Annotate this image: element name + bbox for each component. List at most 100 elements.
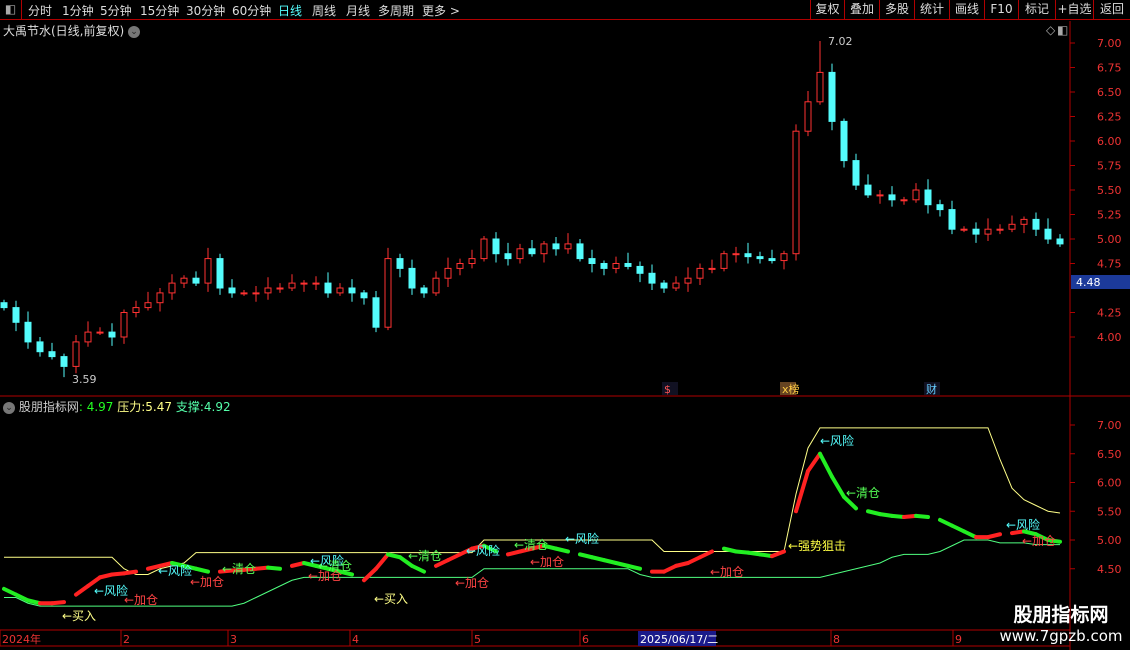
candle-body — [600, 263, 608, 269]
indicator-segment — [554, 546, 570, 554]
watermark: 股朋指标网 www.7gpzb.com — [996, 600, 1126, 645]
candle-body — [792, 130, 800, 255]
price-tick-label: 6.75 — [1097, 62, 1122, 75]
chart-canvas[interactable]: ◇ ◧ 7.00 6.75 6.50 6.25 6.00 5.75 5.50 5.25 5.00 4.… — [0, 0, 1130, 650]
candle-body — [696, 267, 704, 279]
candle-body — [216, 258, 224, 289]
candle-body — [444, 267, 452, 279]
watermark-line1: 股朋指标网 — [1013, 604, 1109, 626]
candle-body — [936, 204, 944, 211]
candle-body — [1044, 228, 1052, 240]
pressure-line — [4, 427, 1061, 575]
indicator-segment — [50, 600, 66, 606]
signal-label: ←风险 — [1006, 517, 1040, 532]
indicator-segment — [122, 569, 138, 576]
candle-body — [456, 263, 464, 269]
candle-body — [564, 243, 572, 250]
candle-body — [432, 277, 440, 294]
signal-label: ←强势狙击 — [788, 539, 846, 553]
candle-body — [684, 277, 692, 284]
candle-body — [888, 194, 896, 201]
candle-body — [12, 307, 20, 323]
candle-body — [780, 253, 788, 262]
candle-body — [1056, 238, 1064, 245]
candle-body — [924, 189, 932, 206]
price-tick-label: 6.25 — [1097, 111, 1122, 124]
high-price-label: 7.02 — [828, 35, 853, 48]
candle-body — [420, 287, 428, 294]
signal-label: ←加仓 — [455, 576, 489, 590]
candle-body — [648, 272, 656, 284]
signal-label: ←清仓 — [846, 486, 880, 500]
candle-body — [312, 282, 320, 285]
candle-body — [60, 356, 68, 367]
indicator-segment — [626, 563, 642, 571]
candle-body — [816, 71, 824, 103]
candle-body — [276, 287, 284, 290]
candle-body — [1020, 218, 1028, 225]
indicator-tick-label: 6.50 — [1097, 448, 1122, 461]
indicator-tick-label: 4.50 — [1097, 563, 1122, 576]
candle-body — [804, 101, 812, 132]
signal-label: ←加仓 — [190, 575, 224, 589]
candle-body — [1032, 218, 1040, 230]
indicator-segment — [914, 513, 930, 519]
price-tick-label: 4.75 — [1097, 258, 1122, 271]
candle-body — [36, 341, 44, 353]
time-axis-label: 5 — [474, 633, 481, 646]
candle-body — [732, 253, 740, 256]
candle-body — [768, 258, 776, 262]
candle-body — [588, 258, 596, 265]
time-axis-label: 6 — [582, 633, 589, 646]
candle-body — [660, 282, 668, 289]
candle-body — [156, 292, 164, 304]
candle-body — [876, 194, 884, 197]
price-tick-label: 4.25 — [1097, 307, 1122, 320]
event-marker: x榜 — [782, 382, 800, 396]
time-axis-label: 9 — [955, 633, 962, 646]
candle-body — [516, 248, 524, 260]
candle-body — [756, 256, 764, 260]
indicator-segment — [194, 566, 210, 574]
signal-label: ←风险 — [820, 433, 854, 448]
candle-body — [96, 331, 104, 334]
indicator-segment — [830, 474, 846, 499]
candle-body — [612, 263, 620, 269]
candle-body — [180, 277, 188, 284]
candle-body — [168, 282, 176, 294]
time-axis-label: 2 — [123, 633, 130, 646]
candle-body — [72, 341, 80, 367]
watermark-line2: www.7gpzb.com — [999, 627, 1123, 645]
candle-body — [324, 282, 332, 294]
candle-body — [672, 282, 680, 289]
indicator-segment — [770, 549, 786, 559]
indicator-segment — [362, 566, 378, 583]
indicator-tick-label: 6.00 — [1097, 477, 1122, 490]
indicator-segment — [698, 549, 714, 560]
candle-body — [84, 331, 92, 343]
candle-body — [852, 160, 860, 186]
price-tick-label: 6.00 — [1097, 135, 1122, 148]
candle-body — [864, 184, 872, 196]
indicator-segment — [806, 451, 822, 473]
signal-label: ←清仓 — [222, 562, 256, 576]
candle-body — [336, 287, 344, 294]
candle-body — [396, 258, 404, 269]
indicator-segment — [74, 584, 90, 597]
price-tick-label: 5.25 — [1097, 209, 1122, 222]
candle-body — [240, 292, 248, 295]
time-axis-label: 4 — [352, 633, 359, 646]
candle-body — [972, 228, 980, 235]
price-tick-label: 5.00 — [1097, 233, 1122, 246]
signal-label: ←加仓 — [530, 555, 564, 569]
signal-label: ←买入 — [374, 592, 408, 606]
candle-body — [552, 243, 560, 250]
indicator-segment — [986, 532, 1002, 540]
candle-body — [0, 302, 8, 309]
candle-body — [480, 238, 488, 260]
candle-body — [348, 287, 356, 294]
price-tick-label: 5.75 — [1097, 160, 1122, 173]
signal-label: ←风险 — [466, 543, 500, 558]
candle-body — [720, 253, 728, 269]
candle-body — [132, 307, 140, 314]
